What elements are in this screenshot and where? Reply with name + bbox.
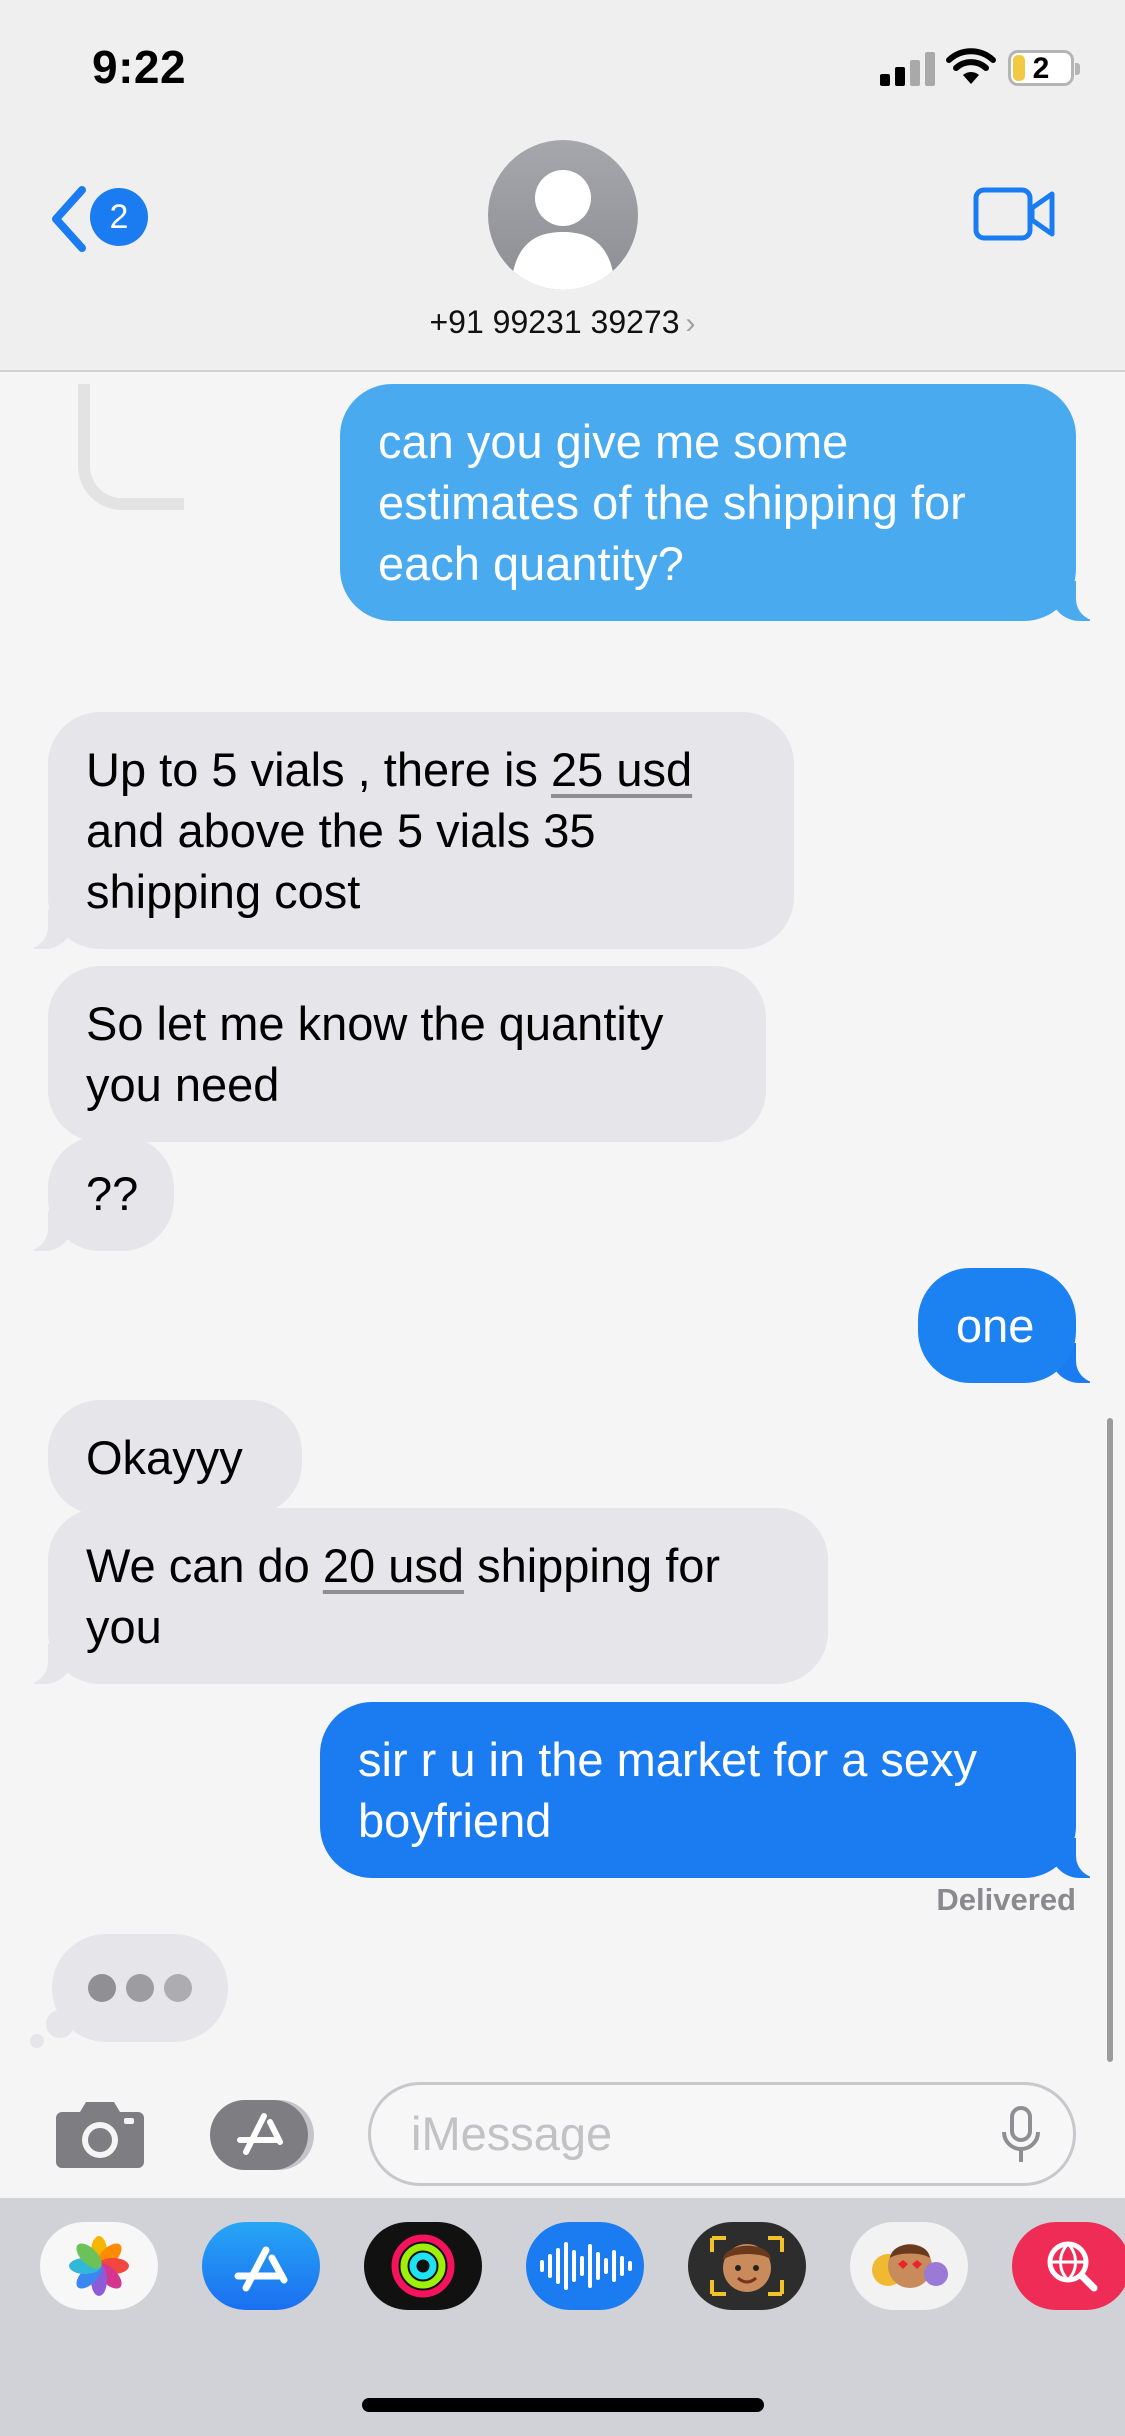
incoming-message[interactable]: Up to 5 vials , there is 25 usd and abov… — [24, 712, 794, 949]
memoji-stickers-icon[interactable] — [850, 2222, 968, 2310]
typing-indicator-tail — [46, 2010, 74, 2038]
message-text: each quantity? — [378, 537, 684, 590]
incoming-message[interactable]: Okayyy — [48, 1400, 302, 1515]
outgoing-message[interactable]: sir r u in the market for a sexy boyfrie… — [320, 1702, 1100, 1878]
photos-app-icon[interactable] — [40, 2222, 158, 2310]
message-text: ?? — [86, 1167, 139, 1220]
web-search-app-icon[interactable] — [1012, 2222, 1125, 2310]
home-indicator[interactable] — [362, 2398, 764, 2412]
app-store-icon[interactable] — [208, 2098, 320, 2172]
memoji-app-icon[interactable] — [688, 2222, 806, 2310]
message-text: sir r u in the market for a sexy — [358, 1733, 978, 1786]
message-text: estimates of the shipping for — [378, 476, 966, 529]
message-text: can you give me some — [378, 415, 849, 468]
app-store-app-icon[interactable] — [202, 2222, 320, 2310]
incoming-message[interactable]: ?? — [24, 1136, 174, 1251]
amount-link[interactable]: 25 usd — [551, 743, 692, 796]
typing-indicator — [52, 1934, 228, 2042]
reply-thread-line — [78, 384, 184, 510]
unread-count-badge: 2 — [90, 188, 148, 246]
amount-link[interactable]: 20 usd — [323, 1539, 464, 1592]
video-camera-icon[interactable] — [972, 184, 1056, 244]
camera-icon[interactable] — [54, 2098, 146, 2170]
delivery-status: Delivered — [936, 1882, 1076, 1917]
message-text: Up to 5 vials , there is — [86, 743, 551, 796]
incoming-message[interactable]: We can do 20 usd shipping for you — [24, 1508, 828, 1684]
back-button[interactable]: 2 — [48, 180, 158, 254]
message-text: So let me know the quantity — [86, 997, 664, 1050]
message-text: and above the 5 vials 35 — [86, 804, 596, 857]
battery-level: 2 — [1032, 52, 1050, 85]
contact-avatar[interactable] — [488, 140, 638, 290]
typing-indicator-tail — [30, 2034, 44, 2048]
status-time: 9:22 — [92, 41, 187, 93]
message-text: We can do — [86, 1539, 323, 1592]
person-icon — [513, 170, 613, 290]
message-text: Okayyy — [86, 1431, 243, 1484]
incoming-message[interactable]: So let me know the quantity you need — [48, 966, 766, 1142]
message-text: shipping cost — [86, 865, 361, 918]
outgoing-message[interactable]: one — [918, 1268, 1100, 1383]
scrollbar[interactable] — [1107, 1418, 1113, 2062]
conversation-header: 9:22 2 2 +91 99231 39273 › — [0, 0, 1125, 372]
wifi-icon — [946, 48, 996, 84]
chevron-right-icon: › — [685, 307, 696, 340]
message-input-placeholder: iMessage — [411, 2107, 613, 2160]
message-text: one — [956, 1299, 1035, 1352]
message-text: you need — [86, 1058, 280, 1111]
microphone-icon[interactable] — [1000, 2106, 1042, 2164]
audio-message-icon[interactable] — [526, 2222, 644, 2310]
cellular-signal-icon — [880, 52, 936, 86]
outgoing-message[interactable]: can you give me some estimates of the sh… — [340, 384, 1100, 621]
activity-app-icon[interactable] — [364, 2222, 482, 2310]
message-text: shipping for — [464, 1539, 721, 1592]
battery-icon: 2 — [1008, 50, 1080, 86]
contact-name: +91 99231 39273 — [429, 304, 680, 340]
message-input[interactable]: iMessage — [368, 2082, 1076, 2186]
message-text: boyfriend — [358, 1794, 552, 1847]
contact-name-button[interactable]: +91 99231 39273 › — [0, 304, 1125, 341]
chevron-left-icon — [52, 186, 86, 252]
message-text: you — [86, 1600, 162, 1653]
